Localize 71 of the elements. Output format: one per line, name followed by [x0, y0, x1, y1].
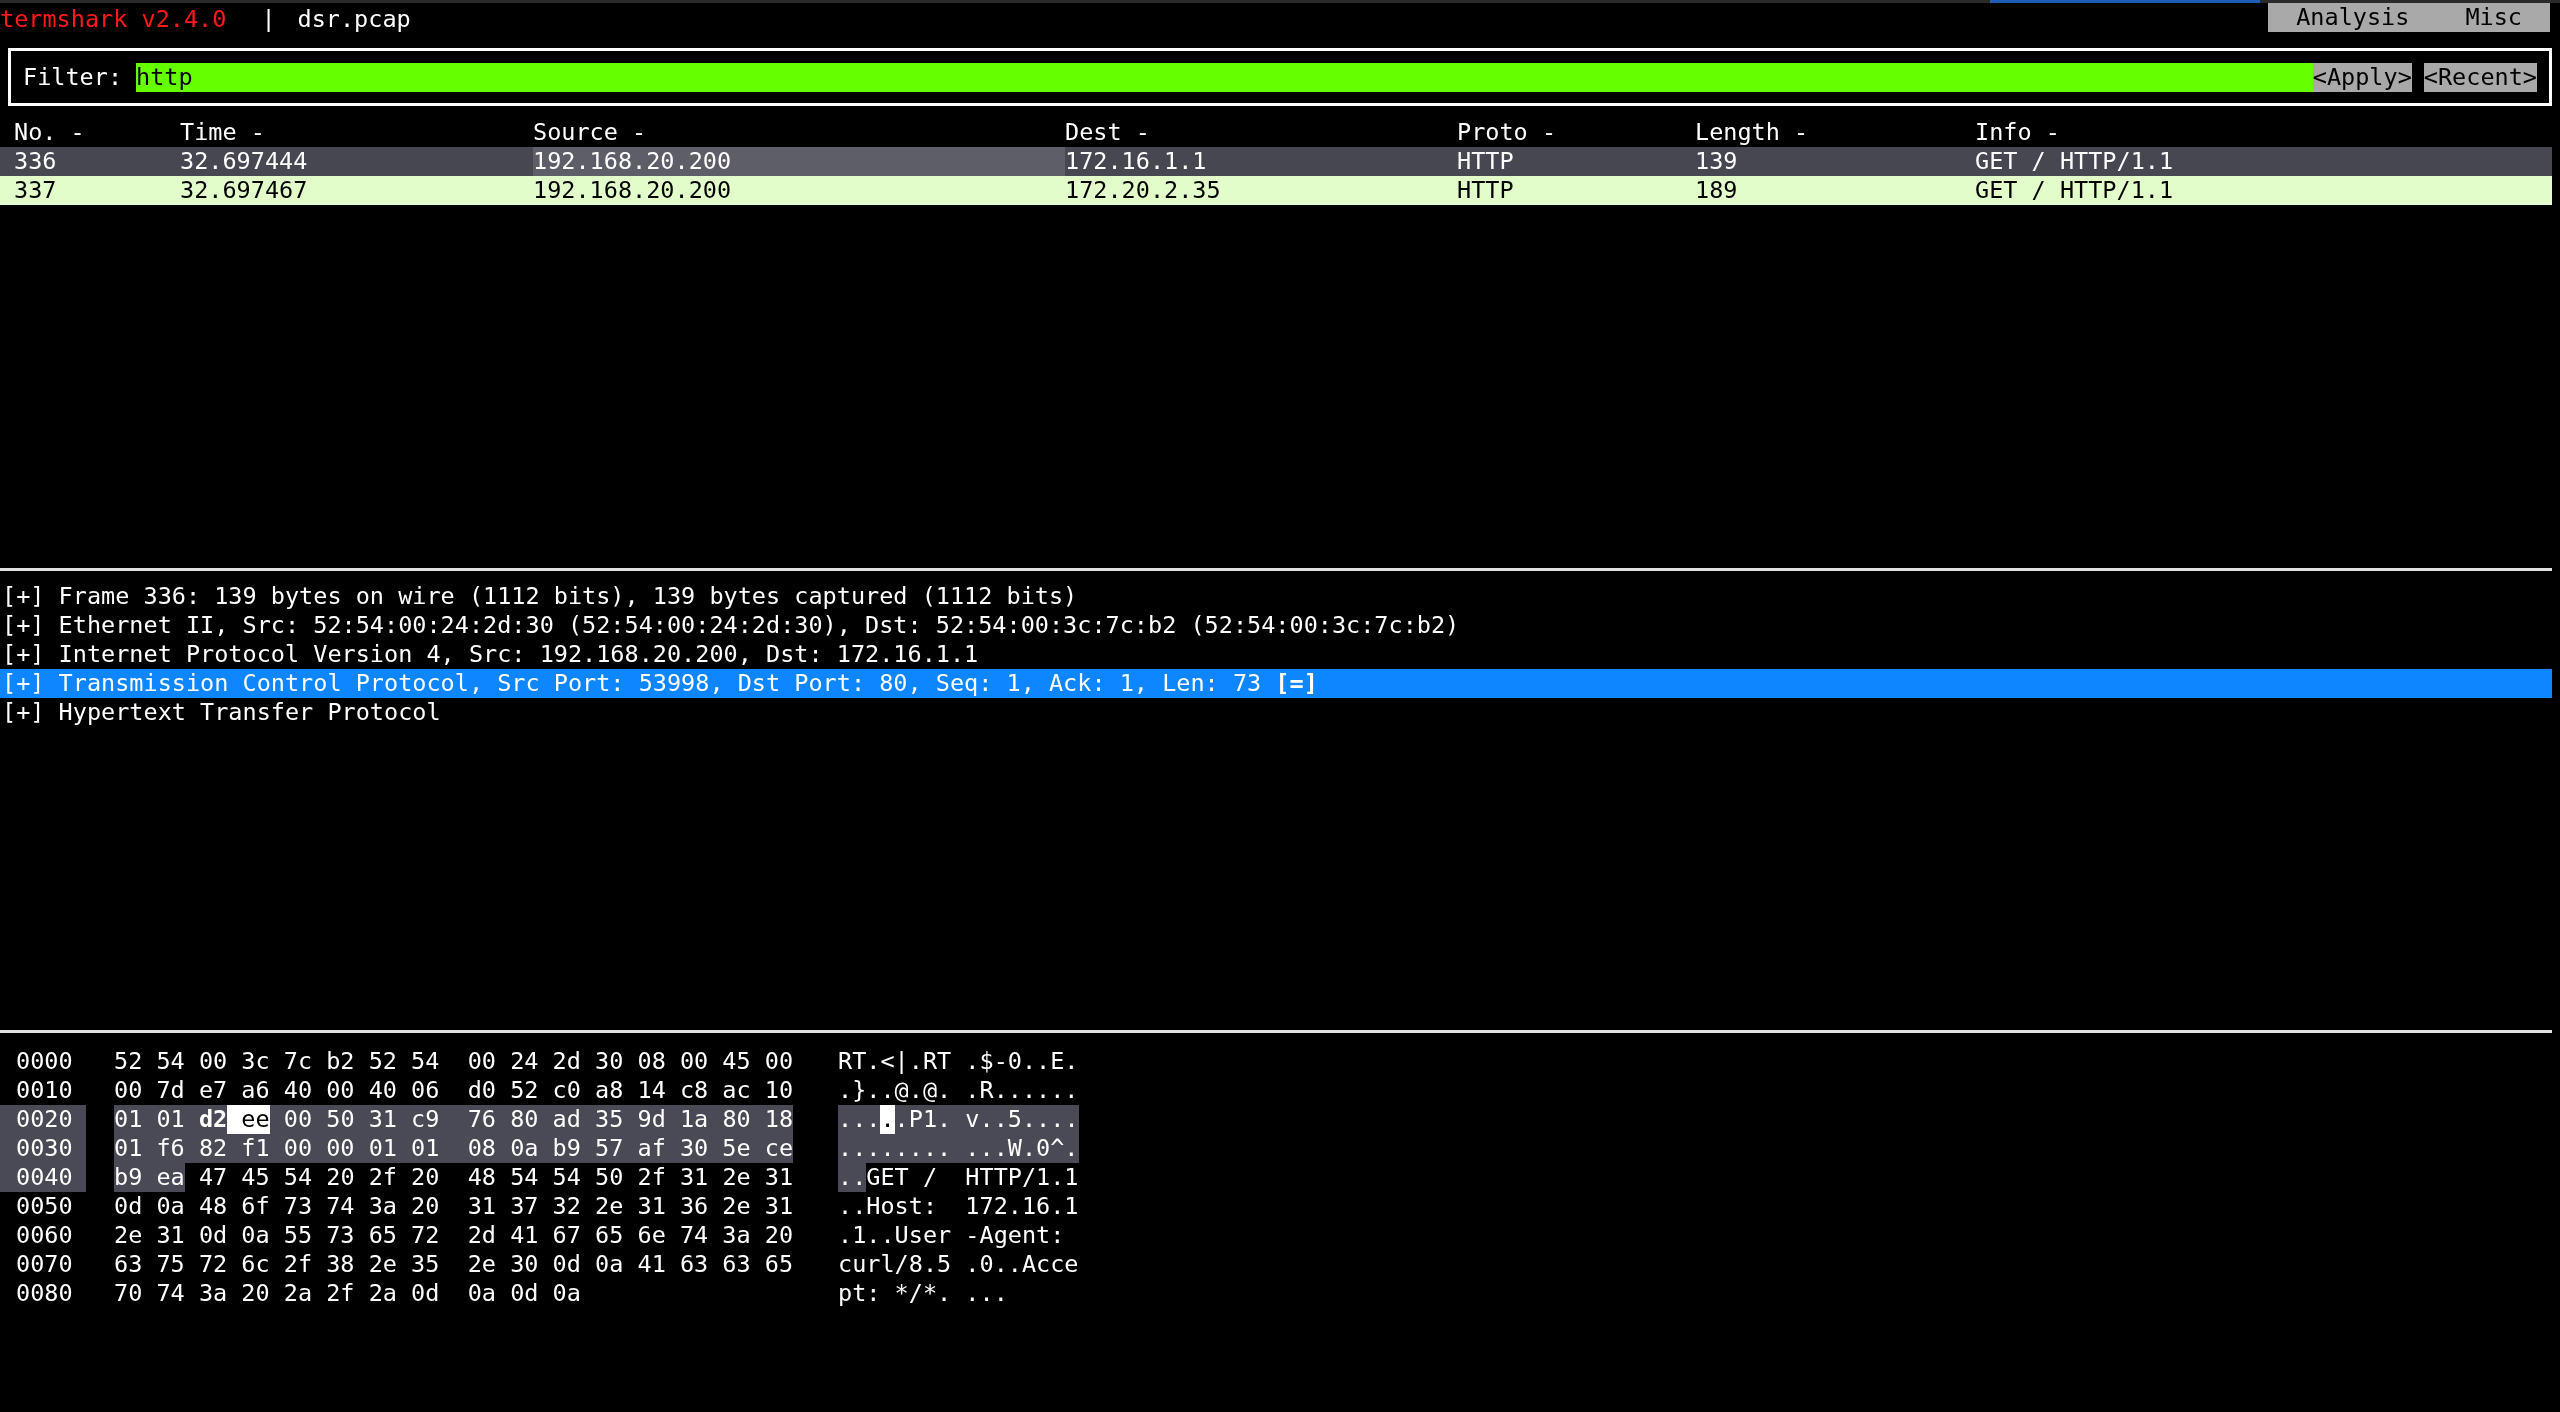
table-cell-text: GET / HTTP/1.1 — [1975, 147, 2175, 176]
table-cell-text: 32.697444 — [180, 147, 309, 176]
offset-label: 0050 — [15, 1192, 74, 1221]
table-cell-text: 192.168.20.200 — [533, 176, 733, 205]
ascii-text: ... — [838, 1105, 881, 1134]
ascii-text: pt: */*. ... — [838, 1279, 1008, 1308]
menu-button[interactable]: Misc — [2465, 3, 2522, 32]
hex-bytes: d2 — [198, 1105, 228, 1134]
ascii-text: ..Host: 172.16.1 — [838, 1192, 1079, 1221]
hex-bytes: 70 74 3a 20 2a 2f 2a 0d 0a 0d 0a — [114, 1279, 581, 1308]
hex-bytes: 00 50 31 c9 76 80 ad 35 9d 1a 80 18 — [269, 1105, 794, 1134]
filter-button[interactable]: <Recent> — [2423, 62, 2537, 92]
title-separator: | — [261, 4, 276, 34]
hex-bytes: 63 75 72 6c 2f 38 2e 35 2e 30 0d 0a 41 63 63 65 — [114, 1250, 794, 1279]
table-cell-text: 189 — [1695, 176, 1739, 205]
hex-bytes: b9 ea — [114, 1163, 185, 1192]
ascii-text: RT.<|.RT .$-0..E. — [838, 1047, 1079, 1076]
hex-bytes: 01 01 — [114, 1105, 199, 1134]
tree-item[interactable]: [+] Ethernet II, Src: 52:54:00:24:2d:30 (52:54:00:24:2d:30), Dst: 52:54:00:3c:7c:b2 (52:54:00:3c:7c:b2) — [0, 611, 2552, 640]
ascii-text: .1..User -Agent: — [838, 1221, 1065, 1250]
table-cell-text: HTTP — [1457, 176, 1515, 205]
app-title: termshark v2.4.0 — [0, 4, 227, 34]
column-header[interactable]: Dest - — [1065, 118, 1150, 146]
menu-button[interactable]: Analysis — [2296, 3, 2410, 32]
cursor-ascii-text: . — [880, 1105, 895, 1134]
column-header[interactable]: Info - — [1975, 118, 2060, 146]
offset-label: 0010 — [15, 1076, 74, 1105]
tree-item[interactable]: [+] Frame 336: 139 bytes on wire (1112 bits), 139 bytes captured (1112 bits) — [0, 582, 2552, 611]
table-cell-text: 172.16.1.1 — [1065, 147, 1208, 176]
table-cell-text: GET / HTTP/1.1 — [1975, 176, 2175, 205]
ascii-text: .}..@.@. .R...... — [838, 1076, 1079, 1105]
table-cell-text: 336 — [13, 147, 58, 176]
filter-field[interactable]: http — [136, 62, 2313, 92]
offset-label: 0070 — [15, 1250, 74, 1279]
column-header[interactable]: No. - — [14, 118, 85, 146]
ascii-text: ........ ...W.0^. — [838, 1134, 1079, 1163]
tree-item[interactable]: [+] Hypertext Transfer Protocol — [0, 698, 2552, 727]
table-cell-text: HTTP — [1457, 147, 1515, 176]
table-cell-text: 337 — [13, 176, 58, 205]
packet-row[interactable]: 337 32.697467 192.168.20.200 172.20.2.35 HTTP 189 GET / HTTP/1.1 — [0, 176, 2552, 205]
ascii-text: .P1. v..5.... — [894, 1105, 1079, 1134]
filter-label: Filter: — [23, 62, 123, 92]
cursor-hex-bytes: ee — [227, 1105, 270, 1134]
offset-label: 0060 — [15, 1221, 74, 1250]
ascii-text: GET / HTTP/1.1 — [866, 1163, 1079, 1192]
offset-label: 0030 — [0, 1134, 86, 1163]
ascii-text: curl/8.5 .0..Acce — [838, 1250, 1079, 1279]
packet-row[interactable]: 336 32.697444 192.168.20.200 172.16.1.1 HTTP 139 GET / HTTP/1.1 — [0, 147, 2552, 176]
hex-bytes: 2e 31 0d 0a 55 73 65 72 2d 41 67 65 6e 74 3a 20 — [114, 1221, 794, 1250]
column-header[interactable]: Time - — [180, 118, 265, 146]
hex-bytes: 01 f6 82 f1 00 00 01 01 08 0a b9 57 af 30 5e ce — [114, 1134, 794, 1163]
tree-item[interactable]: [+] Internet Protocol Version 4, Src: 192.168.20.200, Dst: 172.16.1.1 — [0, 640, 2552, 669]
ascii-text: .. — [838, 1163, 867, 1192]
hex-bytes: 0d 0a 48 6f 73 74 3a 20 31 37 32 2e 31 36 2e 31 — [114, 1192, 794, 1221]
table-cell-text: 172.20.2.35 — [1065, 176, 1222, 205]
filter-button[interactable]: <Apply> — [2312, 62, 2412, 92]
tree-item[interactable]: [+] Transmission Control Protocol, Src Port: 53998, Dst Port: 80, Seq: 1, Ack: 1, Len: 73 [=] — [0, 669, 2552, 698]
offset-label: 0020 — [0, 1105, 86, 1134]
table-cell-text: 32.697467 — [180, 176, 309, 205]
column-header[interactable]: Length - — [1695, 118, 1809, 146]
column-header[interactable]: Source - — [533, 118, 647, 146]
offset-label: 0040 — [0, 1163, 86, 1192]
hex-bytes: 00 7d e7 a6 40 00 40 06 d0 52 c0 a8 14 c8 ac 10 — [114, 1076, 794, 1105]
file-name: dsr.pcap — [297, 4, 411, 34]
hex-bytes: 47 45 54 20 2f 20 48 54 54 50 2f 31 2e 31 — [197, 1163, 794, 1192]
offset-label: 0000 — [15, 1047, 74, 1076]
offset-label: 0080 — [15, 1279, 74, 1308]
hex-bytes: 52 54 00 3c 7c b2 52 54 00 24 2d 30 08 00 45 00 — [114, 1047, 794, 1076]
column-header[interactable]: Proto - — [1457, 118, 1557, 146]
table-cell-text: 139 — [1695, 147, 1739, 176]
table-cell: 192.168.20.200 — [533, 147, 1065, 176]
